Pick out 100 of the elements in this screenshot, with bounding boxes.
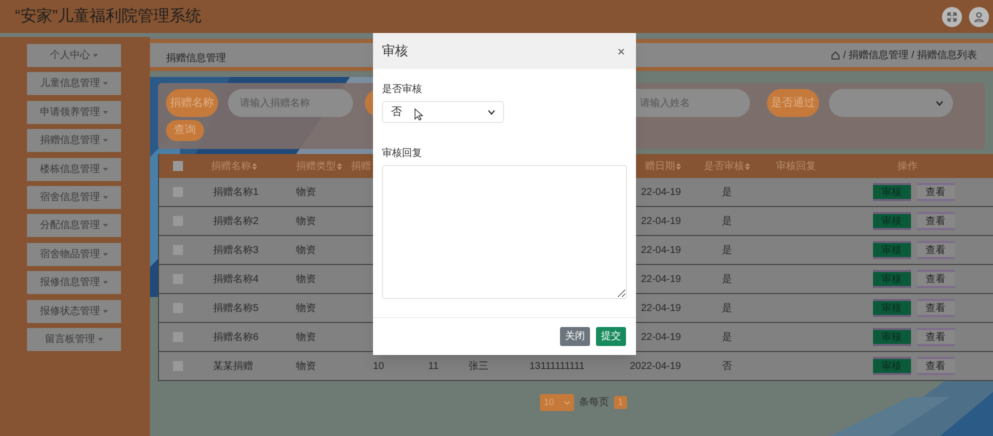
field-label: 是否通过	[767, 89, 819, 117]
column-header[interactable]: 捐赠类型	[296, 158, 336, 174]
checkbox[interactable]	[173, 303, 183, 313]
table-cell-text: 是	[722, 272, 732, 286]
sidebar-item[interactable]: 分配信息管理	[27, 214, 121, 238]
column-header[interactable]: 赠日期	[645, 158, 675, 174]
reply-textarea[interactable]	[382, 165, 627, 299]
table-cell-text: 13111111111	[529, 360, 585, 374]
user-icon	[974, 12, 984, 22]
table-cell-text: 张三	[468, 360, 488, 374]
chevron-icon	[564, 400, 570, 404]
view-button[interactable]: 查看	[916, 270, 954, 288]
table-cell-text: 是	[722, 214, 732, 228]
field-label: 审核回复	[382, 146, 423, 161]
view-button[interactable]: 查看	[916, 212, 954, 230]
close-button[interactable]: 关闭	[560, 327, 590, 346]
table-cell-text: 是	[722, 244, 732, 258]
table-cell-text: 物资	[296, 186, 316, 200]
sidebar-item[interactable]: 留言板管理	[27, 328, 121, 351]
sidebar-item[interactable]: 宿舍信息管理	[27, 186, 121, 209]
checkbox[interactable]	[173, 245, 183, 255]
checkbox[interactable]	[173, 187, 183, 197]
table-cell-text: 物资	[296, 244, 316, 258]
view-button[interactable]: 查看	[916, 183, 954, 201]
close-button[interactable]: ×	[617, 44, 627, 58]
table-cell-text: 物资	[296, 302, 316, 316]
app-title: “安家”儿童福利院管理系统	[15, 6, 202, 26]
sidebar-item[interactable]: 个人中心	[27, 44, 121, 67]
table-cell-text: 22-04-19	[640, 302, 681, 316]
checkbox[interactable]	[173, 274, 183, 284]
table-cell-text: 某某捐赠	[213, 360, 253, 374]
table-cell-text: 是	[722, 330, 732, 344]
table-cell-text: 是	[722, 186, 732, 200]
table-cell-text: 否	[722, 360, 732, 374]
table-cell-text: 捐赠名称2	[213, 214, 259, 228]
table-cell-text: 物资	[296, 330, 316, 344]
sidebar-item[interactable]: 宿舍物品管理	[27, 242, 121, 266]
fullscreen-button[interactable]	[942, 6, 962, 26]
dialog-title: 审核	[382, 42, 408, 60]
expand-icon	[947, 12, 957, 22]
caret-icon	[103, 224, 108, 228]
table-cell-text: 22-04-19	[640, 244, 681, 258]
caret-icon	[98, 338, 103, 341]
home-icon	[831, 50, 840, 60]
table-cell-text: 物资	[296, 272, 316, 286]
view-button[interactable]: 查看	[916, 357, 954, 375]
view-button[interactable]: 查看	[916, 328, 954, 346]
column-header[interactable]: 是否审核	[704, 158, 744, 174]
sidebar-item[interactable]: 报修信息管理	[27, 271, 121, 294]
per-page-label: 条每页	[579, 396, 609, 410]
select-field[interactable]: 否	[382, 101, 504, 123]
table-cell-text: 物资	[296, 360, 316, 374]
sidebar-item[interactable]: 捐赠信息管理	[27, 129, 121, 152]
caret-icon	[103, 168, 108, 171]
sidebar-item[interactable]: 报修状态管理	[27, 300, 121, 323]
table-cell-text: 22-04-19	[640, 214, 681, 228]
field-label: 捐赠名称	[166, 89, 218, 117]
caret-icon	[103, 82, 108, 86]
checkbox[interactable]	[173, 332, 183, 342]
checkbox[interactable]	[173, 361, 183, 371]
page-size-select[interactable]: 10	[540, 394, 574, 411]
view-button[interactable]: 查看	[916, 241, 954, 259]
column-header: 操作	[898, 160, 918, 174]
table-cell-text: 22-04-19	[640, 272, 681, 286]
table-cell-text: 物资	[296, 214, 316, 228]
table-cell-text: 捐赠名称4	[213, 272, 259, 286]
table-cell-text: 11	[428, 360, 439, 374]
table-cell-text: 10	[372, 360, 384, 374]
column-header: 审核回复	[776, 160, 816, 174]
page-button[interactable]: 1	[614, 396, 627, 409]
query-button[interactable]: 查询	[166, 120, 204, 141]
table-cell-text: 捐赠名称5	[213, 302, 259, 316]
column-header[interactable]: 捐赠名称	[211, 158, 251, 174]
caret-icon	[103, 252, 108, 256]
user-button[interactable]	[969, 6, 989, 26]
table-cell-text: 捐赠名称3	[213, 244, 259, 258]
select-field[interactable]	[829, 89, 953, 117]
chevron-icon	[936, 100, 943, 106]
caret-icon	[103, 281, 108, 284]
table-cell-text: 捐赠名称6	[213, 330, 259, 344]
caret-icon	[103, 310, 108, 313]
breadcrumb: / 捐赠信息管理 / 捐赠信息列表	[843, 48, 977, 62]
table-cell-text: 22-04-19	[640, 186, 681, 200]
checkbox[interactable]	[173, 216, 183, 226]
page-title: 捐赠信息管理	[166, 52, 226, 66]
view-button[interactable]: 查看	[916, 299, 954, 317]
sidebar-item[interactable]: 楼栋信息管理	[27, 158, 121, 181]
submit-button[interactable]: 提交	[596, 327, 626, 346]
table-cell-text: 22-04-19	[640, 330, 681, 344]
sidebar-item[interactable]: 儿童信息管理	[27, 72, 121, 96]
table-cell-text: 是	[722, 302, 732, 316]
table-cell-text: 捐赠名称1	[213, 186, 259, 200]
caret-icon	[103, 196, 108, 199]
sidebar-item[interactable]: 申请领养管理	[27, 100, 121, 124]
caret-icon	[103, 110, 108, 114]
caret-icon	[93, 54, 98, 57]
caret-icon	[103, 139, 108, 142]
column-header: 捐赠	[351, 160, 371, 174]
chevron-icon	[488, 110, 495, 114]
checkbox[interactable]	[173, 161, 183, 171]
